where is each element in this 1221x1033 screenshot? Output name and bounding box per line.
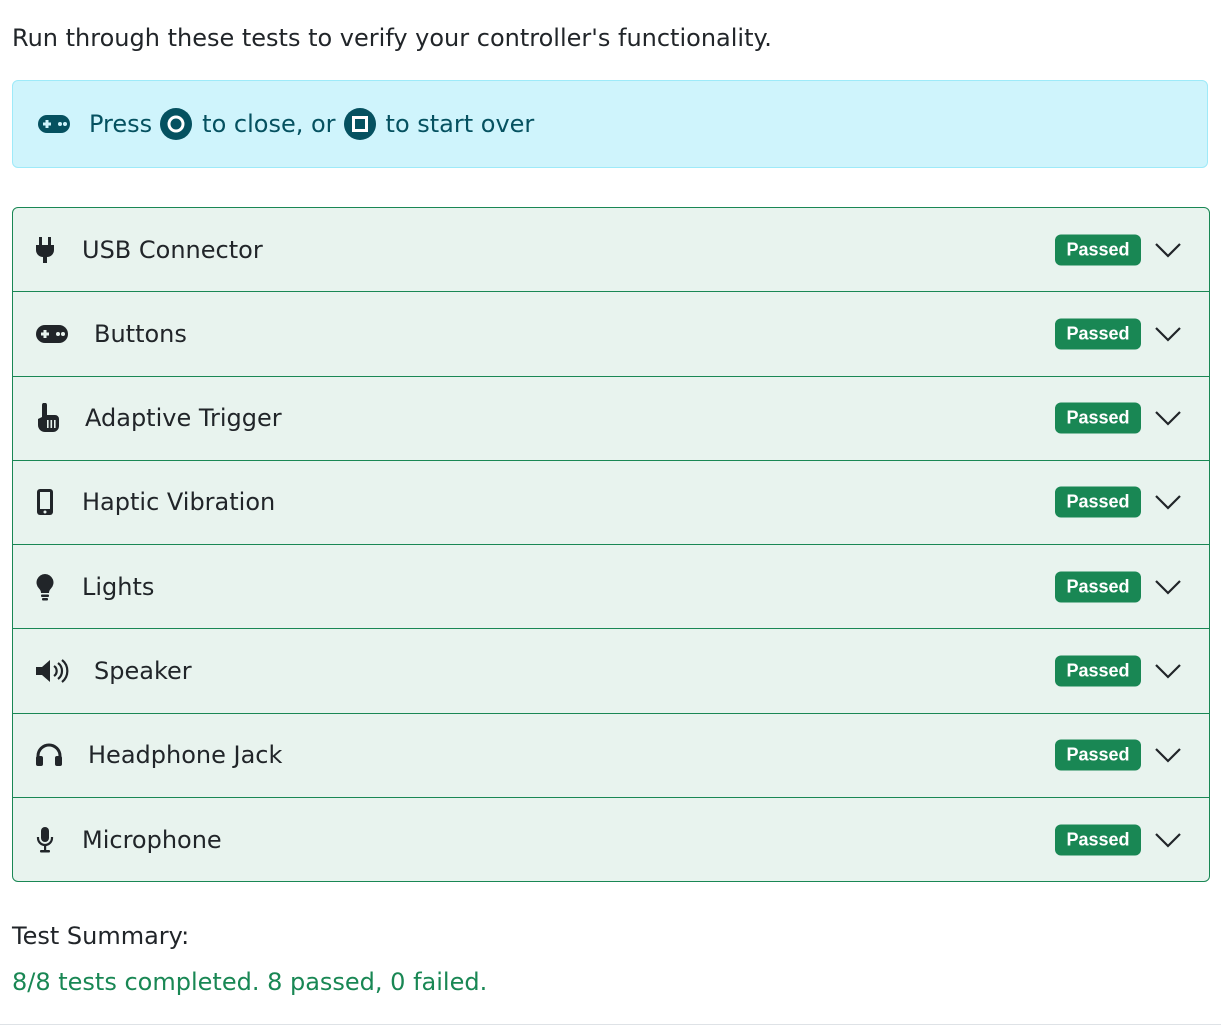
circle-button-icon bbox=[160, 108, 193, 140]
status-badge: Passed bbox=[1055, 486, 1141, 518]
square-button-icon bbox=[343, 108, 376, 140]
plug-icon bbox=[35, 234, 55, 266]
status-badge: Passed bbox=[1055, 402, 1141, 434]
press-text: Press bbox=[89, 110, 153, 138]
divider bbox=[0, 1024, 1221, 1025]
volume-icon bbox=[35, 655, 69, 687]
chevron-down-icon[interactable] bbox=[1154, 746, 1182, 764]
test-label: Lights bbox=[82, 572, 155, 601]
test-row-buttons[interactable]: Buttons Passed bbox=[13, 292, 1209, 377]
test-row-headphone-jack[interactable]: Headphone Jack Passed bbox=[13, 714, 1209, 798]
test-row-lights[interactable]: Lights Passed bbox=[13, 545, 1209, 630]
lightbulb-icon bbox=[35, 571, 55, 603]
chevron-down-icon[interactable] bbox=[1154, 325, 1182, 343]
status-badge: Passed bbox=[1055, 739, 1141, 771]
test-row-usb-connector[interactable]: USB Connector Passed bbox=[13, 208, 1209, 293]
to-close-text: to close, or bbox=[202, 110, 336, 138]
test-row-haptic-vibration[interactable]: Haptic Vibration Passed bbox=[13, 461, 1209, 545]
intro-text: Run through these tests to verify your c… bbox=[12, 24, 772, 52]
test-row-adaptive-trigger[interactable]: Adaptive Trigger Passed bbox=[13, 377, 1209, 461]
chevron-down-icon[interactable] bbox=[1154, 241, 1182, 259]
gamepad-icon bbox=[35, 318, 69, 350]
test-label: Headphone Jack bbox=[88, 741, 283, 770]
test-label: USB Connector bbox=[82, 235, 263, 264]
chevron-down-icon[interactable] bbox=[1154, 662, 1182, 680]
headphones-icon bbox=[35, 739, 63, 771]
test-row-speaker[interactable]: Speaker Passed bbox=[13, 629, 1209, 714]
gamepad-icon bbox=[38, 115, 70, 133]
test-label: Speaker bbox=[94, 656, 192, 685]
test-label: Haptic Vibration bbox=[82, 488, 276, 517]
summary-title: Test Summary: bbox=[12, 922, 190, 950]
status-badge: Passed bbox=[1055, 655, 1141, 687]
status-badge: Passed bbox=[1055, 571, 1141, 603]
phone-icon bbox=[35, 486, 55, 518]
chevron-down-icon[interactable] bbox=[1154, 493, 1182, 511]
test-list: USB Connector Passed Buttons Passed Adap… bbox=[12, 207, 1210, 882]
test-label: Microphone bbox=[82, 825, 222, 854]
summary-text: 8/8 tests completed. 8 passed, 0 failed. bbox=[12, 968, 488, 996]
test-label: Buttons bbox=[94, 319, 187, 348]
test-row-microphone[interactable]: Microphone Passed bbox=[13, 798, 1209, 881]
chevron-down-icon[interactable] bbox=[1154, 578, 1182, 596]
status-badge: Passed bbox=[1055, 318, 1141, 350]
status-badge: Passed bbox=[1055, 234, 1141, 266]
to-start-over-text: to start over bbox=[385, 110, 535, 138]
controller-instructions-alert: Press to close, or to start over bbox=[12, 80, 1208, 168]
hand-pointer-icon bbox=[35, 402, 61, 434]
chevron-down-icon[interactable] bbox=[1154, 831, 1182, 849]
chevron-down-icon[interactable] bbox=[1154, 409, 1182, 427]
test-label: Adaptive Trigger bbox=[85, 404, 282, 433]
status-badge: Passed bbox=[1055, 824, 1141, 856]
microphone-icon bbox=[35, 824, 55, 856]
